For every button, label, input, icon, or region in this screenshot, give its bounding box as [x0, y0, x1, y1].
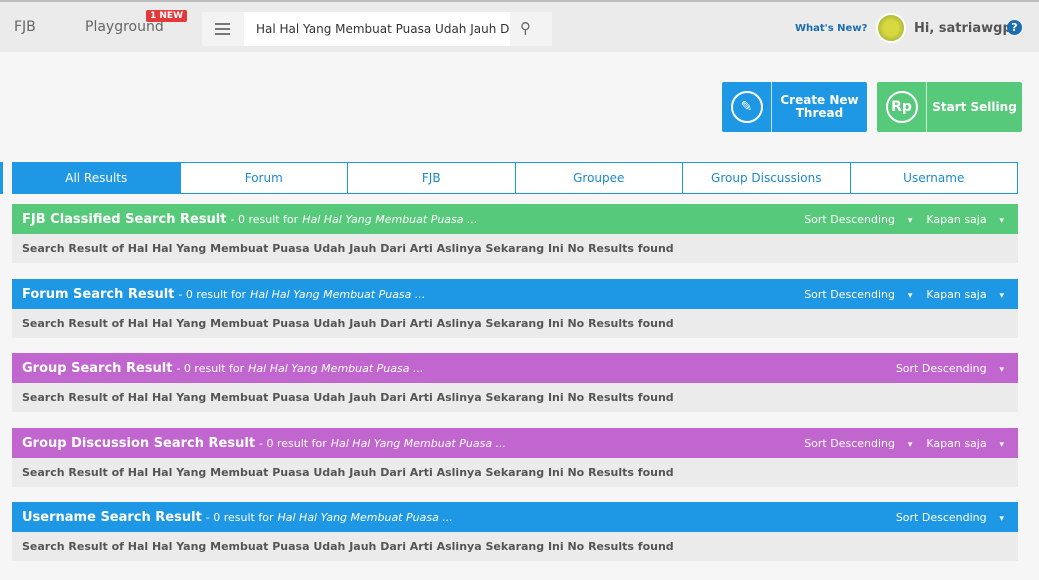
section-title: Forum Search Result [22, 286, 175, 302]
sort-dropdown[interactable]: Sort Descending [896, 362, 1004, 375]
section-title: Username Search Result [22, 509, 202, 525]
result-query: Hal Hal Yang Membuat Puasa ... [302, 212, 478, 226]
start-selling-label: Start Selling [932, 99, 1017, 114]
tab-all-results[interactable]: All Results [13, 163, 181, 193]
result-query: Hal Hal Yang Membuat Puasa ... [248, 361, 424, 375]
group-discussion-result-section: Group Discussion Search Result - 0 resul… [12, 428, 1018, 487]
fjb-result-section: FJB Classified Search Result - 0 result … [12, 204, 1018, 263]
section-header: FJB Classified Search Result - 0 result … [12, 204, 1018, 234]
sort-dropdown[interactable]: Sort Descending [804, 213, 912, 226]
result-query: Hal Hal Yang Membuat Puasa ... [250, 287, 426, 301]
tab-groupee[interactable]: Groupee [515, 163, 683, 193]
section-body: Search Result of Hal Hal Yang Membuat Pu… [12, 383, 1018, 412]
section-body: Search Result of Hal Hal Yang Membuat Pu… [12, 234, 1018, 263]
section-body: Search Result of Hal Hal Yang Membuat Pu… [12, 458, 1018, 487]
username-result-section: Username Search Result - 0 result for Ha… [12, 502, 1018, 561]
new-badge: 1 NEW [146, 10, 188, 22]
result-query: Hal Hal Yang Membuat Puasa ... [277, 510, 453, 524]
section-title: Group Discussion Search Result [22, 435, 256, 451]
search-bar: ⚲ [202, 12, 552, 46]
result-count: - 0 result for [178, 287, 247, 301]
tab-username[interactable]: Username [850, 163, 1017, 193]
pencil-icon: ✎ [730, 91, 763, 123]
section-header: Forum Search Result - 0 result for Hal H… [12, 279, 1018, 309]
section-header: Group Discussion Search Result - 0 resul… [12, 428, 1018, 458]
whats-new-link[interactable]: What's New? [795, 23, 867, 34]
tab-forum[interactable]: Forum [180, 163, 348, 193]
create-thread-label: Create New Thread [780, 93, 859, 120]
user-greeting[interactable]: Hi, satriawgp [914, 21, 1012, 36]
create-thread-button[interactable]: ✎ Create New Thread [722, 82, 867, 132]
section-body: Search Result of Hal Hal Yang Membuat Pu… [12, 309, 1018, 338]
sort-dropdown[interactable]: Sort Descending [896, 511, 1004, 524]
search-input[interactable] [244, 12, 510, 46]
time-dropdown[interactable]: Kapan saja [926, 437, 1004, 450]
rupiah-icon: Rp [885, 91, 918, 123]
section-header: Username Search Result - 0 result for Ha… [12, 502, 1018, 532]
result-query: Hal Hal Yang Membuat Puasa ... [330, 436, 507, 450]
left-accent [0, 162, 3, 194]
help-icon[interactable]: ? [1007, 20, 1022, 35]
avatar[interactable] [876, 13, 906, 43]
nav-fjb[interactable]: FJB [14, 19, 36, 35]
tab-fjb[interactable]: FJB [348, 163, 516, 193]
start-selling-button[interactable]: Rp Start Selling [877, 82, 1022, 132]
header: FJB Playground 1 NEW ⚲ What's New? Hi, s… [0, 2, 1039, 52]
forum-result-section: Forum Search Result - 0 result for Hal H… [12, 279, 1018, 338]
menu-icon[interactable] [215, 23, 230, 38]
section-title: FJB Classified Search Result [22, 211, 227, 227]
result-count: - 0 result for [176, 361, 245, 375]
sort-dropdown[interactable]: Sort Descending [804, 288, 912, 301]
result-count: - 0 result for [205, 510, 274, 524]
section-body: Search Result of Hal Hal Yang Membuat Pu… [12, 532, 1018, 561]
time-dropdown[interactable]: Kapan saja [926, 288, 1004, 301]
section-title: Group Search Result [22, 360, 173, 376]
section-header: Group Search Result - 0 result for Hal H… [12, 353, 1018, 383]
result-count: - 0 result for [230, 212, 299, 226]
time-dropdown[interactable]: Kapan saja [926, 213, 1004, 226]
group-result-section: Group Search Result - 0 result for Hal H… [12, 353, 1018, 412]
result-tabs: All Results Forum FJB Groupee Group Disc… [12, 162, 1018, 194]
result-count: - 0 result for [259, 436, 327, 450]
tab-group-discussions[interactable]: Group Discussions [683, 163, 851, 193]
search-icon[interactable]: ⚲ [520, 19, 531, 37]
sort-dropdown[interactable]: Sort Descending [804, 437, 912, 450]
